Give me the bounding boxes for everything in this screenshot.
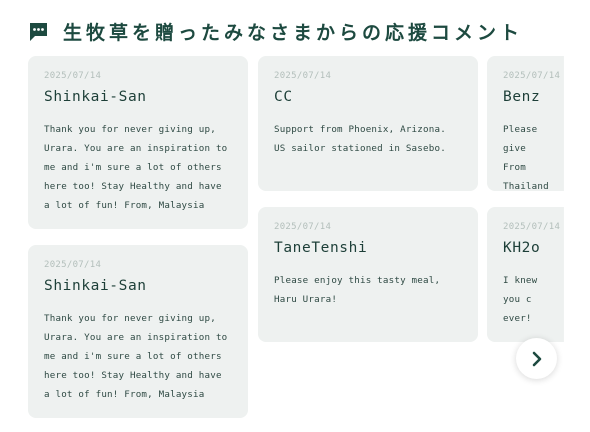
comment-date: 2025/07/14 [274,71,332,81]
commenter-name: TaneTenshi [274,240,368,256]
section-title: 生牧草を贈ったみなさまからの応援コメント [63,21,524,44]
comment-date: 2025/07/14 [44,71,102,81]
comment-date: 2025/07/14 [44,260,102,270]
comment-card: 2025/07/14 CC Support from Phoenix, Ariz… [258,56,478,191]
commenter-name: Shinkai-San [44,89,147,105]
comment-card: 2025/07/14 KH2o I knew you c ever! [487,207,564,342]
carousel-next-button[interactable] [516,338,557,379]
comment-card: 2025/07/14 Shinkai-San Thank you for nev… [28,56,248,229]
edge-fade [562,0,590,432]
comment-carousel[interactable]: 2025/07/14 Shinkai-San Thank you for nev… [28,56,564,432]
comments-section: 生牧草を贈ったみなさまからの応援コメント 2025/07/14 Shinkai-… [0,0,590,432]
comment-date: 2025/07/14 [503,222,561,232]
comment-icon [30,22,47,41]
comment-message: Thank you for never giving up, Urara. Yo… [44,313,228,400]
comment-date: 2025/07/14 [274,222,332,232]
section-header: 生牧草を贈ったみなさまからの応援コメント [28,17,523,45]
comment-card: 2025/07/14 TaneTenshi Please enjoy this … [258,207,478,342]
commenter-name: KH2o [503,240,541,256]
comment-message: Thank you for never giving up, Urara. Yo… [44,124,228,211]
commenter-name: Benz [503,89,541,105]
comment-message: Support from Phoenix, Arizona. US sailor… [274,124,446,154]
comment-message: I knew you c ever! [503,275,538,324]
comment-message: Please give From Thailand [503,124,549,191]
comment-message: Please enjoy this tasty meal, Haru Urara… [274,275,441,305]
chevron-right-icon [532,351,541,366]
comment-card: 2025/07/14 Shinkai-San Thank you for nev… [28,245,248,418]
commenter-name: CC [274,89,293,105]
comment-card: 2025/07/14 Benz Please give From Thailan… [487,56,564,191]
comment-date: 2025/07/14 [503,71,561,81]
commenter-name: Shinkai-San [44,278,147,294]
